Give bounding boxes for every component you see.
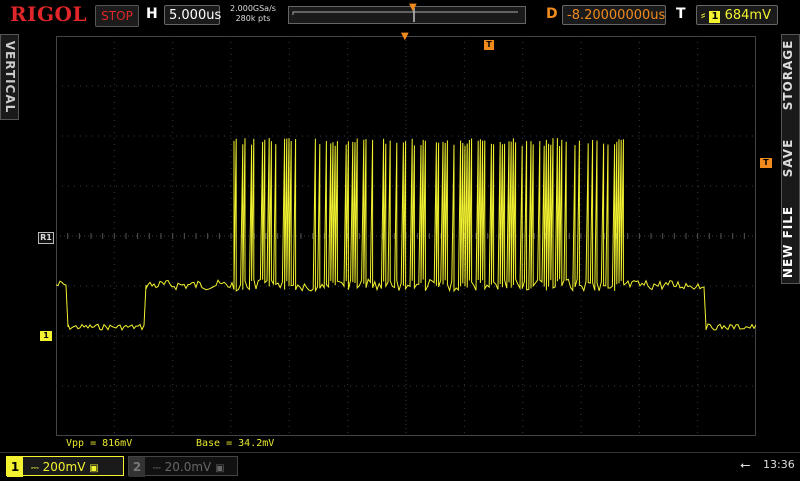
memory-position-bar[interactable]: ▼ — [288, 2, 526, 24]
timebase-field[interactable]: 5.000us — [164, 5, 221, 25]
top-status-bar: RIGOL STOP H 5.000us 2.000GSa/s 280k pts… — [0, 0, 800, 30]
vertical-tab-label: VERTICAL — [2, 40, 17, 114]
delay-label: D — [546, 6, 558, 22]
vertical-menu-tab[interactable]: VERTICAL — [0, 34, 19, 120]
system-clock: 13:36 — [763, 458, 795, 471]
delay-field[interactable]: -8.20000000us — [562, 5, 666, 25]
run-stop-indicator[interactable]: STOP — [95, 5, 139, 27]
dc-coupling-icon: ⎓ — [30, 463, 39, 474]
new-file-tab-label: NEW FILE — [781, 205, 795, 279]
trigger-level: 684mV — [724, 8, 771, 23]
ch1-scale-value: 200mV — [42, 460, 86, 474]
trigger-source-badge: 1 — [709, 11, 721, 23]
ch2-number-badge: 2 — [129, 457, 145, 477]
storage-tab-label: STORAGE — [781, 39, 795, 111]
trigger-position-icon: ▼ — [409, 2, 417, 13]
sample-rate: 2.000GSa/s — [230, 4, 276, 13]
ch1-number-badge: 1 — [7, 457, 23, 477]
ch1-offset-marker[interactable]: 1 — [40, 331, 52, 341]
trigger-field[interactable]: ⸗ 1 684mV — [696, 5, 778, 25]
bandwidth-limit-icon: ▣ — [215, 463, 225, 474]
save-tab-label: SAVE — [781, 138, 795, 178]
measurement-vpp: Vpp = 816mV — [66, 438, 133, 449]
ch2-scale-tab[interactable]: 2 ⎓ 20.0mV ▣ — [128, 456, 238, 477]
ref-r1-marker: R1 — [38, 232, 54, 244]
horizontal-label: H — [146, 6, 158, 22]
trigger-label: T — [676, 6, 686, 22]
measurement-base: Base = 34.2mV — [196, 438, 275, 449]
rising-edge-icon: ⸗ — [701, 8, 706, 23]
bandwidth-limit-icon: ▣ — [89, 463, 99, 474]
ch2-scale-value: 20.0mV — [164, 460, 212, 474]
memory-depth: 280k pts — [235, 14, 271, 23]
trigger-marker-top: T — [484, 40, 494, 50]
sample-info: 2.000GSa/s 280k pts — [230, 4, 276, 24]
trigger-position-marker: ▼ — [401, 31, 409, 42]
ch1-scale-tab[interactable]: 1 ⎓ 200mV ▣ — [6, 456, 124, 477]
ch1-waveform — [56, 137, 756, 331]
usb-icon: ⭠ — [740, 458, 751, 473]
memory-waveform-overview — [292, 8, 518, 22]
brand-logo: RIGOL — [10, 2, 88, 26]
trigger-level-marker: T — [760, 158, 772, 168]
dc-coupling-icon: ⎓ — [152, 463, 161, 474]
